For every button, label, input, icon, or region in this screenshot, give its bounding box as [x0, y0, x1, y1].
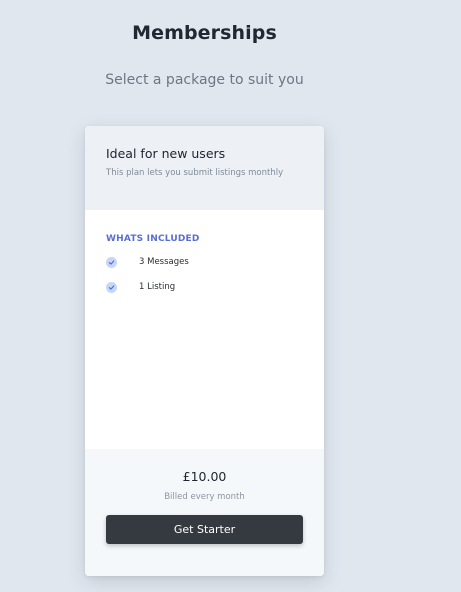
billing-period: Billed every month	[164, 492, 245, 502]
plan-description: This plan lets you submit listings month…	[106, 168, 284, 178]
plan-card-footer: £10.00 Billed every month Get Starter	[85, 449, 324, 576]
check-circle-icon	[106, 257, 117, 268]
plan-card: Ideal for new users This plan lets you s…	[85, 126, 324, 576]
feature-label: 3 Messages	[139, 257, 189, 267]
plan-card-header: Ideal for new users This plan lets you s…	[85, 126, 324, 210]
check-circle-icon	[106, 282, 117, 293]
plan-name: Ideal for new users	[106, 146, 226, 161]
feature-item: 1 Listing	[106, 281, 306, 295]
plan-price: £10.00	[182, 469, 227, 484]
page-title: Memberships	[132, 22, 277, 44]
feature-label: 1 Listing	[139, 282, 176, 292]
feature-item: 3 Messages	[106, 256, 306, 270]
page-subtitle: Select a package to suit you	[105, 72, 304, 88]
included-heading: WHATS INCLUDED	[106, 234, 200, 244]
get-starter-button[interactable]: Get Starter	[106, 515, 303, 544]
memberships-page: Memberships Select a package to suit you…	[0, 0, 461, 592]
